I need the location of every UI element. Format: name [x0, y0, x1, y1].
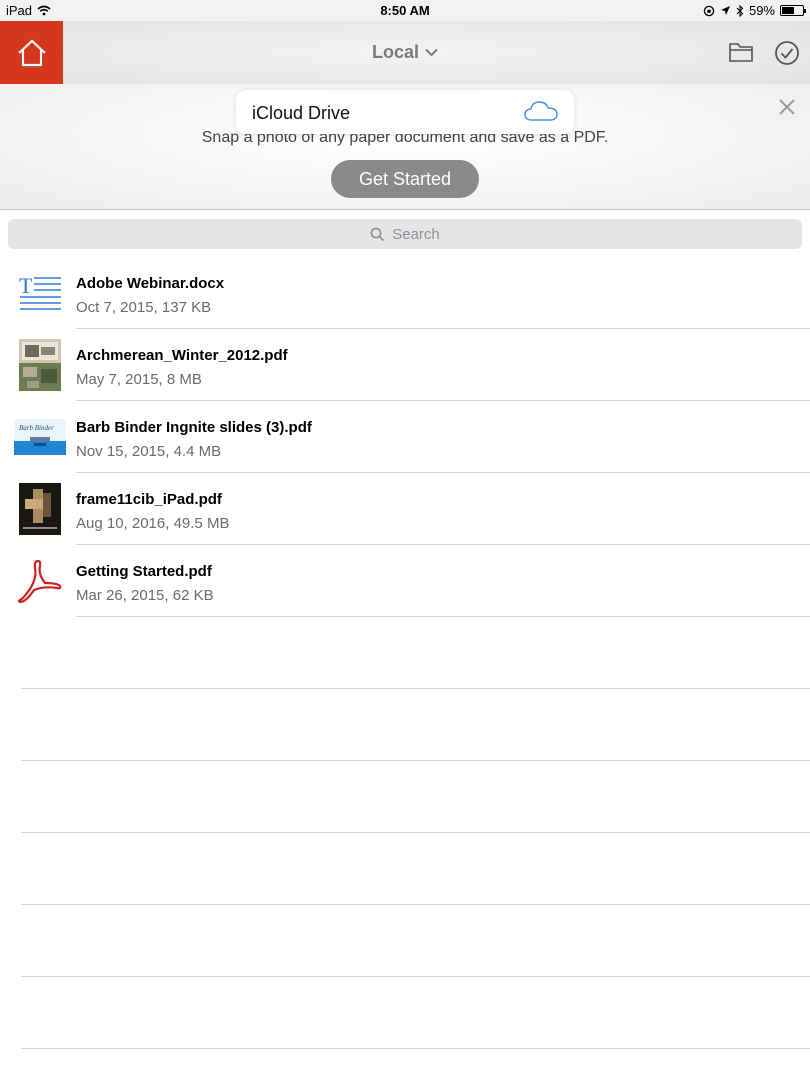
search-placeholder: Search: [392, 225, 440, 243]
location-label: Local: [371, 42, 419, 62]
empty-row: [0, 833, 810, 905]
empty-row: [0, 761, 810, 833]
battery-percent: 59%: [748, 3, 775, 18]
empty-row: [0, 977, 810, 1049]
top-bar: Local: [0, 21, 810, 84]
file-row[interactable]: frame11cib_iPad.pdf Aug 10, 2016, 49.5 M…: [0, 473, 810, 545]
close-icon[interactable]: [778, 98, 796, 116]
pdf-thumbnail-icon: [14, 339, 66, 391]
file-row[interactable]: T Adobe Webinar.docx Oct 7, 2015, 137 KB: [0, 257, 810, 329]
file-meta: Oct 7, 2015, 137 KB: [76, 299, 212, 316]
bluetooth-icon: [736, 4, 744, 17]
empty-row: [0, 905, 810, 977]
battery-icon: [780, 5, 806, 16]
icloud-drive-popover[interactable]: iCloud Drive: [236, 90, 574, 134]
acrobat-pdf-icon: [14, 555, 66, 607]
svg-text:Barb Binder: Barb Binder: [19, 424, 54, 432]
chevron-down-icon: [425, 48, 438, 57]
file-row[interactable]: Barb Binder Barb Binder Ingnite slides (…: [0, 401, 810, 473]
file-name: Archmerean_Winter_2012.pdf: [76, 347, 288, 364]
get-started-button[interactable]: Get Started: [331, 160, 479, 198]
search-icon: [370, 227, 385, 241]
file-name: Adobe Webinar.docx: [76, 275, 225, 292]
svg-text:T: T: [19, 273, 33, 298]
file-meta: May 7, 2015, 8 MB: [76, 371, 202, 388]
file-meta: Mar 26, 2015, 62 KB: [76, 587, 214, 604]
file-meta: Aug 10, 2016, 49.5 MB: [76, 515, 230, 532]
cloud-icon: [524, 101, 558, 121]
row-divider: [21, 1048, 810, 1049]
empty-row: [0, 617, 810, 689]
file-list: T Adobe Webinar.docx Oct 7, 2015, 137 KB: [0, 257, 810, 1049]
file-name: Barb Binder Ingnite slides (3).pdf: [76, 419, 312, 436]
pdf-thumbnail-icon: Barb Binder: [14, 411, 66, 463]
status-time: 8:50 AM: [380, 3, 430, 18]
status-right: 59%: [703, 3, 806, 18]
search-bar[interactable]: Search: [8, 219, 802, 249]
pdf-thumbnail-icon: [14, 483, 66, 535]
orientation-lock-icon: [703, 5, 715, 16]
battery-level: [782, 7, 794, 14]
location-arrow-icon: [720, 6, 730, 15]
file-name: Getting Started.pdf: [76, 563, 212, 580]
file-name: frame11cib_iPad.pdf: [76, 491, 222, 508]
checkmark-circle-icon[interactable]: [774, 40, 800, 66]
status-bar: iPad 8:50 AM 59%: [0, 0, 810, 21]
word-document-icon: T: [14, 267, 66, 319]
icloud-drive-label: iCloud Drive: [252, 103, 351, 123]
folder-icon[interactable]: [728, 40, 754, 64]
location-selector[interactable]: Local: [0, 42, 810, 63]
empty-row: [0, 689, 810, 761]
file-row[interactable]: Getting Started.pdf Mar 26, 2015, 62 KB: [0, 545, 810, 617]
file-row[interactable]: Archmerean_Winter_2012.pdf May 7, 2015, …: [0, 329, 810, 401]
file-meta: Nov 15, 2015, 4.4 MB: [76, 443, 222, 460]
